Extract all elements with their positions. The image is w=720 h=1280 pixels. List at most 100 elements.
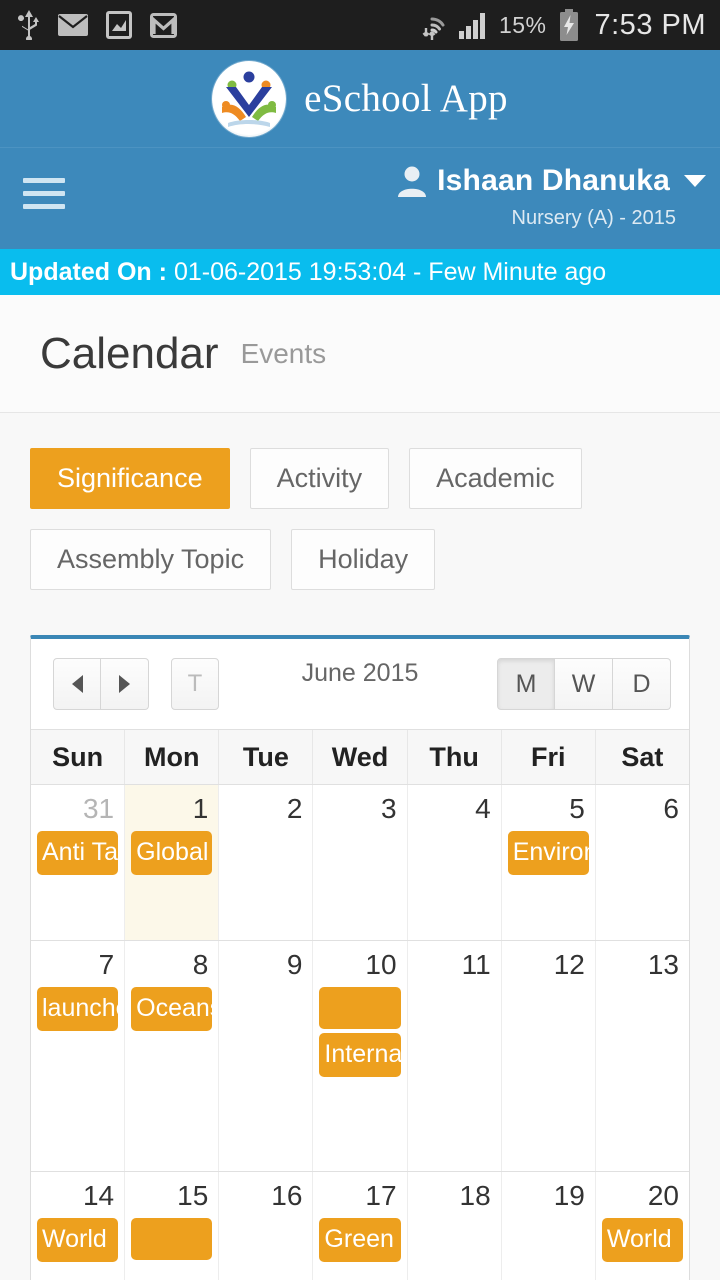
user-name-label: Ishaan Dhanuka [437,164,670,197]
status-bar-right-icons: 15% 7:53 PM [417,9,706,42]
calendar-day-number: 12 [553,949,585,980]
user-menu[interactable]: Ishaan Dhanuka Nursery (A) - 2015 [397,164,706,230]
calendar-day-number: 5 [569,793,585,824]
calendar-day-number: 31 [82,793,115,824]
calendar-day-cell[interactable]: 17 Green [313,1172,408,1280]
app-title: eSchool App [304,77,508,120]
calendar-day-cell[interactable]: 7 launched into space (1979) [31,941,126,1171]
battery-percent-label: 15% [498,11,547,38]
calendar-day-cell[interactable]: 18 [408,1172,502,1280]
calendar-day-cell[interactable]: 6 [596,785,689,940]
filter-chip[interactable]: Significance [30,448,230,509]
calendar-panel: T June 2015 MWD Sun Mon Tue Wed Thu Fri Sat 31… [30,635,690,1280]
calendar-day-number: 11 [461,949,491,980]
calendar-month-title: June 2015 [301,659,419,687]
calendar-week-row: 7launched into space (1979)8Oceans Day91… [31,940,689,1171]
user-bar: Ishaan Dhanuka Nursery (A) - 2015 [0,147,720,249]
calendar-day-number: 19 [553,1180,585,1211]
calendar-day-cell[interactable]: 13 [596,941,689,1171]
calendar-day-cell[interactable]: 8 Oceans Day [125,941,220,1171]
calendar-week-row: 31 Anti Tabacco Day 1 Global Day of Parents… [31,784,689,940]
gmail-icon [150,12,177,38]
calendar-day-number: 10 [365,949,397,980]
calendar-day-cell[interactable]: 19 [502,1172,596,1280]
calendar-day-cell[interactable]: 3 [313,785,408,940]
updated-on-value: 01-06-2015 19:53:04 - Few Minute ago [173,257,607,286]
calendar-week-row: 14 World 15 16 17 Green 18 19 20 World [31,1171,689,1280]
calendar-event[interactable]: World [37,1218,119,1262]
user-menu-row[interactable]: Ishaan Dhanuka [397,164,706,198]
calendar-event[interactable]: International Eye Donation Day [319,1033,401,1077]
filter-chip[interactable]: Holiday [291,529,436,590]
calendar-day-cell[interactable]: 31 Anti Tabacco Day [31,785,126,940]
calendar-day-number: 13 [647,949,679,980]
hamburger-line [23,191,65,196]
clock-label: 7:53 PM [594,8,706,41]
email-icon [58,14,88,36]
signal-icon [458,13,485,39]
calendar-day-header: Mon [125,730,220,784]
calendar-day-number: 14 [82,1180,115,1211]
status-bar: 15% 7:53 PM [0,0,720,50]
calendar-day-number: 1 [192,793,209,824]
chevron-down-icon[interactable] [684,175,706,187]
hamburger-line [23,178,65,183]
calendar-day-number: 18 [459,1180,491,1211]
calendar-day-header: Thu [408,730,502,784]
calendar-weeks: 31 Anti Tabacco Day 1 Global Day of Parents… [31,784,689,1280]
page-title-main: Calendar [40,328,219,378]
page-title-sub: Events [240,337,327,369]
calendar-day-cell[interactable]: 16 [219,1172,314,1280]
calendar-day-cell[interactable]: 11 [408,941,502,1171]
calendar-event[interactable]: Anti Tabacco Day [37,831,119,875]
calendar-day-cell[interactable]: 14 World [31,1172,126,1280]
calendar-day-cell[interactable]: 10 International Eye Donation Day [313,941,408,1171]
calendar-day-cell[interactable]: 2 [219,785,314,940]
calendar-day-number: 4 [475,793,491,824]
calendar-day-cell[interactable]: 12 [502,941,596,1171]
usb-icon [18,10,39,40]
calendar-event[interactable]: Green [319,1218,401,1262]
eschool-logo-icon [212,60,287,137]
calendar-day-number: 9 [286,949,303,980]
brand-bar: eSchool App [0,50,720,147]
user-class-label: Nursery (A) - 2015 [511,207,677,229]
calendar-day-number: 7 [98,949,115,980]
calendar-day-number: 6 [663,793,679,824]
calendar-event[interactable]: Oceans Day [131,987,213,1031]
calendar-day-number: 2 [286,793,303,824]
battery-charging-icon [559,9,578,41]
calendar-day-header: Sun [31,730,126,784]
calendar-day-header: Wed [313,730,408,784]
calendar-day-number: 3 [380,793,397,824]
calendar-event[interactable] [319,987,401,1029]
calendar-event[interactable]: Environment Day [507,831,589,875]
calendar-event[interactable]: World [601,1218,683,1262]
screenshot-icon [106,11,132,39]
filter-chip[interactable]: Academic [409,448,582,509]
calendar-day-cell[interactable]: 1 Global Day of Parents [125,785,220,940]
hamburger-line [23,204,65,209]
calendar-event[interactable]: Global Day of Parents [131,831,213,875]
calendar-day-cell[interactable]: 20 World [596,1172,689,1280]
calendar-day-number: 20 [647,1180,679,1211]
calendar-event[interactable] [131,1218,213,1260]
wifi-transfer-icon [422,17,445,40]
filter-chip-group: Significance Activity Academic Assembly Top… [30,448,690,590]
hamburger-menu-icon[interactable] [23,178,65,209]
filter-chip[interactable]: Activity [249,448,390,509]
calendar-day-number: 16 [271,1180,303,1211]
calendar-day-header: Sat [621,742,664,772]
calendar-toolbar: T June 2015 MWD [31,639,689,729]
main-content: Significance Activity Academic Assembly Top… [0,413,720,1280]
calendar-day-cell[interactable]: 5 Environment Day [502,785,596,940]
calendar-day-number: 17 [365,1180,397,1211]
calendar-day-cell[interactable]: 4 [408,785,502,940]
status-bar-left-icons [18,10,177,40]
calendar-day-number: 8 [192,949,209,980]
filter-chip[interactable]: Assembly Topic [30,529,272,590]
calendar-day-cell[interactable]: 15 [125,1172,220,1280]
calendar-event[interactable]: launched into space (1979) [37,987,119,1031]
calendar-day-cell[interactable]: 9 [219,941,314,1171]
updated-on-bar: Updated On : 01-06-2015 19:53:04 - Few M… [0,249,720,295]
